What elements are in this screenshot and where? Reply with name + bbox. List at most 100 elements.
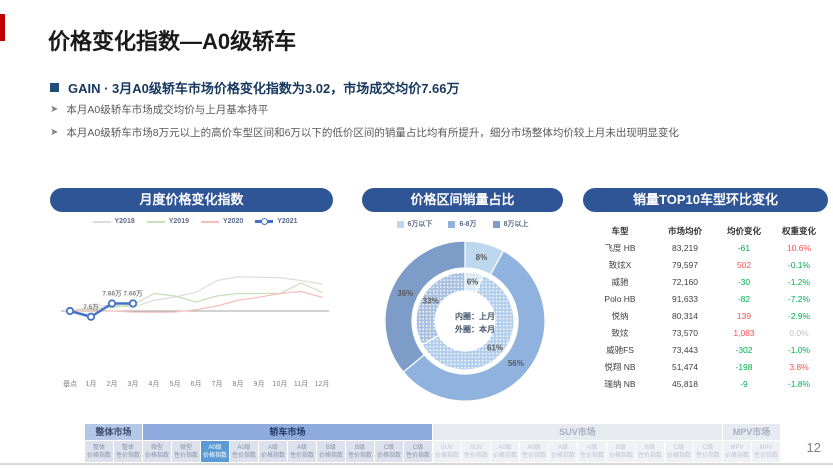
nav-tab-A0级-性价指数[interactable]: A0级 性价指数 (520, 441, 548, 462)
value-cell: 10.6% (786, 242, 812, 253)
value-cell: -302 (735, 344, 753, 355)
outer-slice-label: 56% (508, 359, 524, 368)
model-name-cell: 飞度 HB (604, 242, 636, 253)
table-row[interactable]: 致炫 73,570 1,083 0.0% (588, 324, 828, 341)
tab-type-label: 性价指数 (115, 453, 140, 459)
page-title: 价格变化指数—A0级轿车 (48, 29, 297, 54)
red-accent-bar (0, 14, 5, 41)
nav-tab-A0级-价格指数[interactable]: A0级 价格指数 (491, 441, 519, 462)
legend-item-6-8万: 6-8万 (448, 219, 477, 229)
line-panel-header: 月度价格变化指数 (50, 188, 333, 212)
nav-tab-SUV-价格指数[interactable]: SUV 价格指数 (433, 441, 461, 462)
tab-segment-label: MPV (730, 445, 744, 451)
nav-tab-B级-性价指数[interactable]: B级 性价指数 (346, 441, 374, 462)
tab-segment-label: 微型 (150, 445, 163, 451)
legend-swatch (492, 220, 500, 228)
tab-segment-label: A0级 (237, 445, 251, 451)
tab-segment-label: 整体 (92, 445, 105, 451)
nav-tab-A级-价格指数[interactable]: A级 价格指数 (549, 441, 577, 462)
tab-segment-label: A0级 (208, 445, 222, 451)
table-row[interactable]: Polo HB 91,633 -82 -7.2% (588, 290, 828, 307)
nav-tab-MPV-性价指数[interactable]: MPV 性价指数 (752, 441, 780, 462)
nav-tab-A级-价格指数[interactable]: A级价格指数 (259, 441, 287, 462)
model-name-cell: Polo HB (604, 293, 636, 304)
legend-label: Y2020 (223, 218, 244, 225)
x-axis-label: 6月 (191, 380, 202, 388)
tab-segment-label: C级 (673, 445, 685, 451)
nav-tab-SUV-性价指数[interactable]: SUV 性价指数 (462, 441, 490, 462)
tab-type-label: 性价指数 (173, 453, 198, 459)
legend-label: 6-8万 (459, 221, 477, 228)
table-header-cell: 市场均价 (667, 225, 702, 236)
key-finding-row: GAIN · 3月A0级轿车市场价格变化指数为3.02，市场成交均价7.66万 (50, 78, 460, 97)
table-panel-header: 销量TOP10车型环比变化 (583, 188, 828, 212)
nav-group-MPV市场[interactable]: MPV市场 (723, 424, 780, 440)
model-name-cell: 威驰FS (606, 344, 634, 355)
x-axis-label: 基点 (63, 379, 77, 388)
nav-tab-整体-价格指数[interactable]: 整体 价格指数 (85, 441, 113, 462)
model-name-cell: 悦纳 (611, 310, 629, 321)
table-row[interactable]: 致炫X 79,597 502 -0.1% (588, 256, 828, 273)
line-swatch (92, 220, 111, 223)
nav-tab-微型-价格指数[interactable]: 微型 价格指数 (143, 441, 171, 462)
table-row[interactable]: 悦纳 80,314 139 -2.9% (588, 307, 828, 324)
tab-type-label: 价格指数 (260, 453, 285, 459)
nav-tab-A级-性价指数[interactable]: A级 性价指数 (578, 441, 606, 462)
table-row[interactable]: 悦翔 NB 51,474 -198 3.8% (588, 358, 828, 375)
donut-center-note: 内圈：上月 外圈：本月 (425, 310, 525, 336)
monthly-price-index-line-chart: 7.5万7.66万 7.66万基点 1月 2月 3月 4月 5月 6月 7月 8月 9月 10月 11月… (61, 276, 330, 388)
nav-group-整体市场[interactable]: 整体市场 (85, 424, 142, 440)
nav-tab-A0级-价格指数[interactable]: A0级 价格指数 (201, 441, 229, 462)
value-cell: 72,160 (672, 276, 698, 287)
table-row[interactable]: 瑞纳 NB 45,818 -9 -1.8% (588, 375, 828, 392)
legend-label: Y2018 (114, 218, 135, 225)
nav-tab-B级-价格指数[interactable]: B级 价格指数 (317, 441, 345, 462)
nav-tab-B级-价格指数[interactable]: B级 价格指数 (607, 441, 635, 462)
nav-tab-C级-价格指数[interactable]: C级 价格指数 (375, 441, 403, 462)
outer-slice-label: 8% (476, 253, 488, 262)
nav-tab-C级-性价指数[interactable]: C级 性价指数 (404, 441, 432, 462)
line-chart-legend: Y2018 Y2019 Y2020 Y2021 (55, 217, 335, 225)
x-axis-label: 11月 (294, 380, 308, 388)
tab-type-label: 性价指数 (347, 453, 372, 459)
x-axis-label: 5月 (170, 380, 181, 388)
nav-tab-MPV-价格指数[interactable]: MPV 价格指数 (723, 441, 751, 462)
model-name-cell: 威驰 (611, 276, 629, 287)
nav-tab-C级-性价指数[interactable]: C级 性价指数 (694, 441, 722, 462)
tab-type-label: 性价指数 (521, 453, 546, 459)
tab-type-label: 性价指数 (637, 453, 662, 459)
value-cell: -7.2% (787, 293, 811, 304)
nav-group-SUV市场[interactable]: SUV市场 (433, 424, 722, 440)
nav-tab-A0级-性价指数[interactable]: A0级性价指数 (230, 441, 258, 462)
table-header-cell: 车型 (611, 225, 629, 236)
value-cell: 502 (736, 259, 752, 270)
tab-type-label: 性价指数 (405, 453, 430, 459)
tab-type-label: 价格指数 (376, 453, 401, 459)
tab-type-label: 价格指数 (666, 453, 691, 459)
tab-segment-label: MPV (759, 445, 773, 451)
nav-tab-微型-性价指数[interactable]: 微型 性价指数 (172, 441, 200, 462)
value-cell: 1,083 (733, 327, 755, 338)
table-row[interactable]: 威驰 72,160 -30 -1.2% (588, 273, 828, 290)
tab-segment-label: A级 (267, 445, 278, 451)
x-axis-label: 9月 (254, 380, 265, 388)
tab-segment-label: C级 (702, 445, 714, 451)
inner-slice-label: 6% (467, 278, 479, 287)
nav-tab-A级-性价指数[interactable]: A级 性价指数 (288, 441, 316, 462)
x-axis-label: 12月 (315, 380, 330, 388)
value-cell: -198 (735, 361, 753, 372)
table-row[interactable]: 飞度 HB 83,219 -61 10.6% (588, 239, 828, 256)
donut-panel-header: 价格区间销量占比 (362, 188, 563, 212)
nav-tab-B级-性价指数[interactable]: B级 性价指数 (636, 441, 664, 462)
bullet-item: ➤ 本月A0级轿车市场8万元以上的高价车型区间和6万以下的低价区间的销量占比均有… (50, 126, 679, 140)
value-cell: -0.1% (787, 259, 811, 270)
table-row[interactable]: 威驰FS 73,443 -302 -1.0% (588, 341, 828, 358)
nav-tab-整体-性价指数[interactable]: 整体 性价指数 (114, 441, 142, 462)
point-label: 7.66万 (123, 289, 143, 297)
value-cell: -1.8% (787, 378, 811, 389)
nav-tab-C级-价格指数[interactable]: C级价格指数 (665, 441, 693, 462)
nav-group-轿车市场[interactable]: 轿车市场 (143, 424, 432, 440)
nav-tab-row: 整体 价格指数 整体 性价指数 微型 价格指数 微型 性价指数 A0级 价格指数 A0级 性价指数 A级… (85, 441, 780, 462)
tab-type-label: 性价指数 (231, 453, 256, 459)
legend-item-Y2018: Y2018 (92, 218, 135, 225)
